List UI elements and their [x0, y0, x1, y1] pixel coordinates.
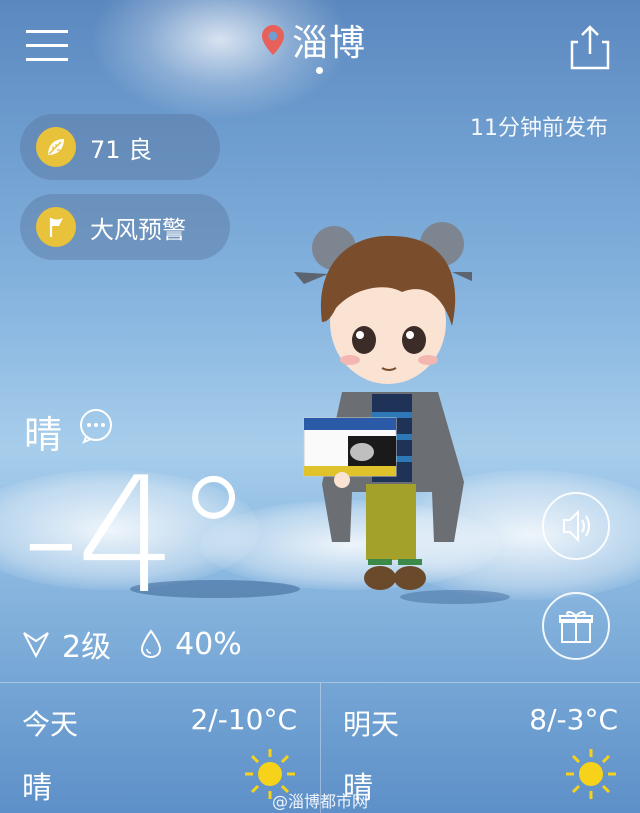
wind-humidity-row: 2级 40%	[22, 622, 242, 666]
humidity-value: 40%	[175, 626, 242, 662]
aqi-label: 71 良	[90, 135, 153, 164]
forecast-temp-range: 8/-3°C	[529, 703, 618, 736]
share-icon[interactable]	[570, 24, 610, 70]
wind-direction-icon	[23, 632, 49, 659]
forecast-temp-range: 2/-10°C	[190, 703, 297, 736]
weather-screen: 淄博 11分钟前发布 71 良 大风预警 晴 -4° 2级 40% 今天 2/-…	[0, 0, 640, 813]
flag-icon	[36, 207, 76, 247]
sun-icon	[566, 749, 616, 799]
warning-badge[interactable]: 大风预警	[20, 194, 230, 260]
location-title[interactable]: 淄博	[262, 14, 366, 66]
menu-icon[interactable]	[26, 28, 70, 64]
page-indicator-dot	[316, 67, 323, 74]
forecast-day-label: 今天	[22, 708, 79, 741]
speaker-icon	[563, 509, 590, 543]
aqi-badge[interactable]: 71 良	[20, 114, 220, 180]
city-name: 淄博	[292, 23, 367, 64]
gift-icon	[559, 610, 593, 643]
publish-time: 11分钟前发布	[470, 116, 608, 141]
humidity-drop-icon	[141, 629, 162, 659]
forecast-condition: 晴	[22, 771, 52, 806]
sound-button[interactable]	[542, 492, 610, 560]
leaf-icon	[36, 127, 76, 167]
watermark: @淄博都市网	[272, 792, 369, 811]
forecast-day-label: 明天	[343, 708, 400, 741]
gift-button[interactable]	[542, 592, 610, 660]
current-temperature: -4°	[22, 442, 254, 629]
cartoon-character-illustration	[294, 222, 472, 590]
chat-bubble-icon[interactable]	[78, 408, 114, 444]
wind-level: 2级	[62, 630, 112, 665]
location-pin-icon	[262, 25, 284, 55]
warning-label: 大风预警	[90, 215, 186, 244]
